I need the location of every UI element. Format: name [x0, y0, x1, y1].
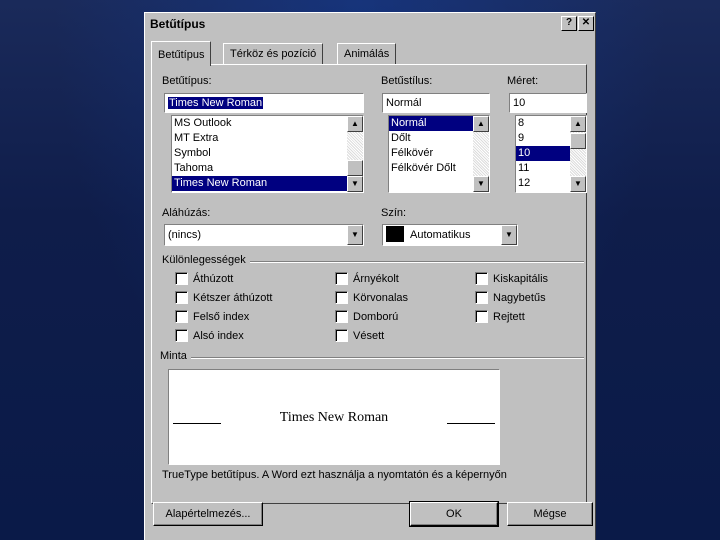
size-list[interactable]: 8 9 10 11 12 ▲ ▼: [515, 115, 587, 193]
font-input-value: Times New Roman: [168, 97, 264, 109]
scroll-down-icon[interactable]: ▼: [570, 176, 586, 192]
style-label: Betűstílus:: [381, 75, 433, 87]
checkbox-shadow[interactable]: Árnyékolt: [335, 271, 399, 286]
scroll-up-icon[interactable]: ▲: [570, 116, 586, 132]
checkbox-label: Nagybetűs: [493, 292, 546, 304]
underline-value: (nincs): [168, 229, 202, 241]
ok-button[interactable]: OK: [409, 501, 499, 527]
cancel-button[interactable]: Mégse: [507, 502, 593, 526]
checkbox-label: Vésett: [353, 330, 385, 342]
size-input[interactable]: 10: [509, 93, 587, 113]
close-icon: ✕: [581, 17, 591, 28]
checkbox-label: Árnyékolt: [353, 273, 399, 285]
scroll-up-icon[interactable]: ▲: [347, 116, 363, 132]
style-list-scrollbar[interactable]: ▲ ▼: [473, 116, 489, 192]
checkbox-label: Áthúzott: [193, 273, 234, 285]
font-label: Betűtípus:: [162, 75, 212, 87]
scroll-thumb[interactable]: [347, 160, 363, 176]
size-label: Méret:: [507, 75, 539, 87]
checkbox-subscript[interactable]: Alsó index: [175, 328, 244, 343]
color-dropdown[interactable]: Automatikus ▼: [382, 224, 518, 246]
size-list-scrollbar[interactable]: ▲ ▼: [570, 116, 586, 192]
title-bar: Betűtípus: [147, 15, 593, 33]
preview-separator: [162, 357, 584, 359]
cancel-button-label: Mégse: [533, 508, 567, 520]
default-button[interactable]: Alapértelmezés...: [153, 502, 263, 526]
style-input-value: Normál: [386, 97, 422, 109]
tab-font[interactable]: Betűtípus: [151, 41, 212, 66]
checkbox-label: Rejtett: [493, 311, 525, 323]
checkbox-emboss[interactable]: Domború: [335, 309, 399, 324]
close-button[interactable]: ✕: [578, 16, 594, 31]
checkbox-strikethrough[interactable]: Áthúzott: [175, 271, 234, 286]
list-item[interactable]: Times New Roman: [172, 176, 363, 191]
preview-box: Times New Roman: [168, 369, 500, 465]
dialog-title: Betűtípus: [150, 17, 206, 31]
checkbox-label: Felső index: [193, 311, 250, 323]
font-dialog: Betűtípus ? ✕ Betűtípus Térköz és pozíci…: [144, 12, 596, 540]
list-item[interactable]: MS Outlook: [172, 116, 363, 131]
font-list[interactable]: MS Outlook MT Extra Symbol Tahoma Times New …: [171, 115, 364, 193]
checkbox-label: Domború: [353, 311, 399, 323]
ok-button-label: OK: [446, 508, 462, 520]
size-input-value: 10: [513, 97, 526, 109]
scroll-thumb[interactable]: [570, 133, 586, 149]
preview-label: Minta: [160, 350, 191, 362]
checkbox-small-caps[interactable]: Kiskapitális: [475, 271, 549, 286]
checkbox-label: Alsó index: [193, 330, 244, 342]
checkbox-engrave[interactable]: Vésett: [335, 328, 385, 343]
list-item[interactable]: Tahoma: [172, 161, 363, 176]
font-list-scrollbar[interactable]: ▲ ▼: [347, 116, 363, 192]
style-list[interactable]: Normál Dőlt Félkövér Félkövér Dőlt ▲ ▼: [388, 115, 490, 193]
color-value: Automatikus: [410, 229, 471, 241]
tab-animation-label: Animálás: [344, 48, 390, 60]
scroll-down-icon[interactable]: ▼: [347, 176, 363, 192]
tab-panel: Betűtípus: Times New Roman MS Outlook MT …: [151, 64, 587, 504]
help-button[interactable]: ?: [561, 16, 577, 31]
tab-animation[interactable]: Animálás: [337, 43, 397, 64]
chevron-down-icon[interactable]: ▼: [347, 225, 363, 245]
list-item[interactable]: Symbol: [172, 146, 363, 161]
help-icon: ?: [565, 17, 573, 28]
color-swatch: [386, 226, 404, 243]
preview-note: TrueType betűtípus. A Word ezt használja…: [162, 469, 507, 481]
list-item[interactable]: MT Extra: [172, 131, 363, 146]
underline-dropdown[interactable]: (nincs) ▼: [164, 224, 364, 246]
chevron-down-icon[interactable]: ▼: [501, 225, 517, 245]
scroll-down-icon[interactable]: ▼: [473, 176, 489, 192]
style-input[interactable]: Normál: [382, 93, 490, 113]
default-button-label: Alapértelmezés...: [165, 508, 251, 520]
color-label: Szín:: [381, 207, 407, 219]
preview-baseline-right: [447, 423, 495, 424]
checkbox-superscript[interactable]: Felső index: [175, 309, 250, 324]
checkbox-label: Kiskapitális: [493, 273, 549, 285]
effects-label: Különlegességek: [162, 254, 250, 266]
scroll-up-icon[interactable]: ▲: [473, 116, 489, 132]
font-input[interactable]: Times New Roman: [164, 93, 364, 113]
checkbox-outline[interactable]: Körvonalas: [335, 290, 409, 305]
checkbox-all-caps[interactable]: Nagybetűs: [475, 290, 546, 305]
checkbox-label: Kétszer áthúzott: [193, 292, 273, 304]
tab-font-label: Betűtípus: [158, 49, 205, 61]
checkbox-hidden[interactable]: Rejtett: [475, 309, 525, 324]
tab-spacing-label: Térköz és pozíció: [230, 48, 317, 60]
underline-label: Aláhúzás:: [162, 207, 211, 219]
tab-spacing[interactable]: Térköz és pozíció: [223, 43, 324, 64]
checkbox-label: Körvonalas: [353, 292, 409, 304]
checkbox-double-strikethrough[interactable]: Kétszer áthúzott: [175, 290, 273, 305]
